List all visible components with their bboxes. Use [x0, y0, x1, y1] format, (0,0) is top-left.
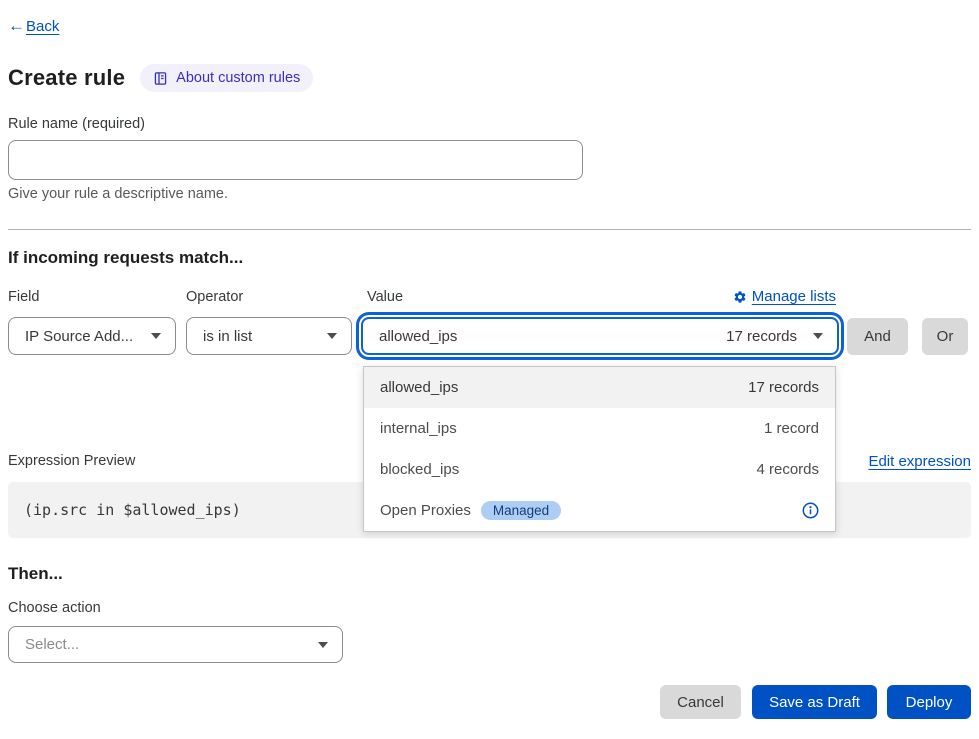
- edit-expression-link[interactable]: Edit expression: [868, 453, 971, 470]
- dropdown-item-open-proxies[interactable]: Open Proxies Managed: [364, 490, 835, 531]
- action-select-placeholder: Select...: [25, 636, 318, 653]
- cancel-button[interactable]: Cancel: [660, 685, 741, 719]
- title-row: Create rule About custom rules: [8, 64, 313, 92]
- info-icon[interactable]: [802, 502, 819, 519]
- expression-code: (ip.src in $allowed_ips): [24, 501, 241, 519]
- back-link[interactable]: ← Back: [8, 16, 59, 36]
- manage-lists-label: Manage lists: [752, 288, 836, 305]
- list-record-count: 4 records: [756, 461, 819, 478]
- operator-select[interactable]: is in list: [186, 317, 352, 355]
- rule-name-input[interactable]: [8, 140, 583, 180]
- value-label: Value: [367, 289, 403, 305]
- list-record-count: 1 record: [764, 420, 819, 437]
- create-rule-page: ← Back Create rule About custom rules Ru…: [0, 0, 979, 739]
- value-select-value: allowed_ips: [379, 328, 726, 345]
- operator-label: Operator: [186, 289, 243, 305]
- book-icon: [153, 71, 168, 86]
- value-select[interactable]: allowed_ips 17 records: [361, 317, 839, 355]
- chevron-down-icon: [318, 642, 328, 648]
- field-select[interactable]: IP Source Add...: [8, 317, 176, 355]
- match-heading: If incoming requests match...: [8, 248, 243, 268]
- list-name: allowed_ips: [380, 379, 458, 396]
- value-select-meta: 17 records: [726, 328, 797, 345]
- list-name: blocked_ips: [380, 461, 459, 478]
- about-badge-label: About custom rules: [176, 70, 300, 86]
- then-heading: Then...: [8, 564, 63, 584]
- rule-name-label: Rule name (required): [8, 116, 145, 132]
- back-arrow-icon: ←: [8, 16, 25, 36]
- deploy-button[interactable]: Deploy: [887, 685, 971, 719]
- about-custom-rules-link[interactable]: About custom rules: [140, 64, 313, 92]
- save-as-draft-button[interactable]: Save as Draft: [752, 685, 877, 719]
- back-label: Back: [26, 18, 59, 35]
- and-button[interactable]: And: [847, 318, 908, 355]
- section-divider: [8, 229, 971, 230]
- list-dropdown-menu: allowed_ips 17 records internal_ips 1 re…: [363, 366, 836, 532]
- page-title: Create rule: [8, 65, 125, 91]
- list-name: internal_ips: [380, 420, 457, 437]
- dropdown-item-allowed-ips[interactable]: allowed_ips 17 records: [364, 367, 835, 408]
- managed-badge: Managed: [481, 501, 561, 521]
- expression-preview-label: Expression Preview: [8, 453, 135, 469]
- field-select-value: IP Source Add...: [25, 328, 151, 345]
- dropdown-item-blocked-ips[interactable]: blocked_ips 4 records: [364, 449, 835, 490]
- list-record-count: 17 records: [748, 379, 819, 396]
- chevron-down-icon: [813, 333, 823, 339]
- dropdown-item-internal-ips[interactable]: internal_ips 1 record: [364, 408, 835, 449]
- manage-lists-link[interactable]: Manage lists: [733, 288, 836, 305]
- or-button[interactable]: Or: [922, 318, 968, 355]
- operator-select-value: is in list: [203, 328, 327, 345]
- choose-action-label: Choose action: [8, 600, 101, 616]
- action-select[interactable]: Select...: [8, 626, 343, 663]
- rule-name-helper: Give your rule a descriptive name.: [8, 186, 228, 202]
- chevron-down-icon: [151, 333, 161, 339]
- list-name: Open Proxies: [380, 502, 471, 519]
- field-label: Field: [8, 289, 39, 305]
- chevron-down-icon: [327, 333, 337, 339]
- gear-icon: [733, 290, 747, 304]
